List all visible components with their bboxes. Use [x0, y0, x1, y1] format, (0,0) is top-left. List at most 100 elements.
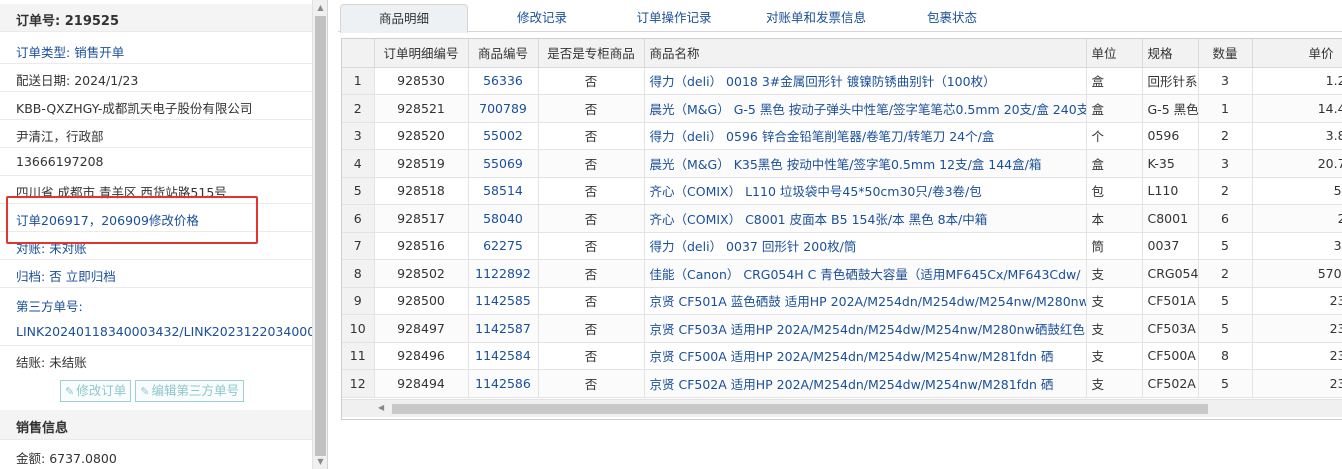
sales-info-title: 销售信息 — [16, 421, 69, 436]
table-row[interactable]: 3 928520 55002 否得力（deli） 0596 锌合金铅笔削笔器/卷笔刀/… — [342, 122, 1342, 150]
scroll-up-icon[interactable]: ▲ — [313, 1, 327, 15]
archive-row: 归档: 否 立即归档 — [0, 260, 312, 288]
table-row[interactable]: 2 928521 700789 否晨光（M&G） G-5 黑色 按动子弹头中性笔/签字… — [342, 94, 1342, 123]
col-header-unit[interactable]: 单位 — [1086, 39, 1143, 68]
col-header-unit-price[interactable]: 单价 — [1252, 39, 1342, 68]
product-code-link[interactable]: 58514 — [468, 177, 539, 205]
row-index: 3 — [342, 122, 375, 150]
unit: 筒 — [1086, 232, 1143, 260]
product-name-link[interactable]: 齐心（COMIX） C8001 皮面本 B5 154张/本 黑色 8本/中箱 — [644, 204, 1087, 233]
table-row[interactable]: 5 928518 58514 否齐心（COMIX） L110 垃圾袋中号45*50cm… — [342, 177, 1342, 205]
col-header-spec[interactable]: 规格 — [1142, 39, 1199, 68]
product-name-link[interactable]: 得力（deli） 0018 3#金属回形针 镀镍防锈曲别针（100枚） — [644, 67, 1087, 95]
table-row[interactable]: 10 928497 1142587 否京贤 CF503A 适用HP 202A/M254… — [342, 314, 1342, 343]
product-code-link[interactable]: 1142584 — [468, 342, 539, 370]
quantity: 1 — [1198, 94, 1253, 123]
unit: 支 — [1086, 259, 1143, 288]
edit-order-button[interactable]: ✎ 修改订单 — [60, 380, 132, 402]
product-code-link[interactable]: 55069 — [468, 149, 539, 178]
horizontal-scrollbar[interactable]: ◀ — [342, 399, 1342, 417]
product-name-link[interactable]: 佳能（Canon） CRG054H C 青色硒鼓大容量（适用MF645Cx/MF… — [644, 259, 1087, 288]
spec: CF503A — [1142, 314, 1199, 343]
tab-product-details[interactable]: 商品明细 — [340, 4, 468, 33]
unit: 盒 — [1086, 149, 1143, 178]
settlement-label: 结账: — [16, 355, 46, 370]
table-row[interactable]: 4 928519 55069 否晨光（M&G） K35黑色 按动中性笔/签字笔0.5m… — [342, 149, 1342, 178]
order-number-row: 订单号: 219525 — [0, 4, 312, 32]
detail-id: 928521 — [374, 94, 469, 123]
col-header-product-code[interactable]: 商品编号 — [468, 39, 539, 68]
table-row[interactable]: 9 928500 1142585 否京贤 CF501A 蓝色硒鼓 适用HP 202A/… — [342, 287, 1342, 315]
archive-now-link[interactable]: 立即归档 — [66, 269, 116, 284]
contact-name: 尹清江，行政部 — [16, 129, 104, 144]
detail-id: 928518 — [374, 177, 469, 205]
product-code-link[interactable]: 700789 — [468, 94, 539, 123]
unit-price: 3.2 — [1252, 232, 1342, 260]
scroll-down-icon[interactable]: ▼ — [313, 455, 327, 469]
scrollbar-thumb[interactable] — [315, 16, 326, 456]
product-code-link[interactable]: 62275 — [468, 232, 539, 260]
amount-label: 金额: — [16, 451, 46, 466]
product-code-link[interactable]: 1122892 — [468, 259, 539, 288]
third-party-value-row: LINK20240118340003432/LINK20231220340000… — [0, 318, 312, 346]
row-index: 8 — [342, 259, 375, 288]
table-row[interactable]: 6 928517 58040 否齐心（COMIX） C8001 皮面本 B5 154张… — [342, 204, 1342, 233]
unit-price: 231 — [1252, 287, 1342, 315]
amount-row: 金额: 6737.0800 — [0, 442, 312, 469]
product-name-link[interactable]: 京贤 CF502A 适用HP 202A/M254dn/M254dw/M254nw… — [644, 369, 1087, 398]
tab-modify-log[interactable]: 修改记录 — [478, 4, 606, 33]
third-party-value[interactable]: LINK20240118340003432/LINK20231220340000… — [16, 324, 312, 339]
row-index: 5 — [342, 177, 375, 205]
detail-id: 928530 — [374, 67, 469, 95]
product-code-link[interactable]: 1142586 — [468, 369, 539, 398]
col-header-counter-product[interactable]: 是否是专柜商品 — [538, 39, 645, 68]
horizontal-scrollbar-thumb[interactable] — [392, 404, 1208, 414]
product-name-link[interactable]: 晨光（M&G） G-5 黑色 按动子弹头中性笔/签字笔笔芯0.5mm 20支/盒… — [644, 94, 1087, 123]
product-name-link[interactable]: 京贤 CF503A 适用HP 202A/M254dn/M254dw/M254nw… — [644, 314, 1087, 343]
col-header-quantity[interactable]: 数量 — [1198, 39, 1253, 68]
unit: 支 — [1086, 369, 1143, 398]
third-party-label-row: 第三方单号: — [0, 290, 312, 318]
spec: K-35 — [1142, 149, 1199, 178]
counter-flag: 否 — [538, 314, 645, 343]
counter-flag: 否 — [538, 342, 645, 370]
unit: 支 — [1086, 287, 1143, 315]
product-name-link[interactable]: 得力（deli） 0596 锌合金铅笔削笔器/卷笔刀/转笔刀 24个/盒 — [644, 122, 1087, 150]
row-index: 11 — [342, 342, 375, 370]
product-code-link[interactable]: 58040 — [468, 204, 539, 233]
tab-package-status[interactable]: 包裹状态 — [898, 4, 1006, 33]
scroll-left-icon[interactable]: ◀ — [378, 403, 384, 412]
table-row[interactable]: 7 928516 62275 否得力（deli） 0037 回形针 200枚/筒筒 00… — [342, 232, 1342, 260]
row-index: 1 — [342, 67, 375, 95]
table-row[interactable]: 11 928496 1142584 否京贤 CF500A 适用HP 202A/M254… — [342, 342, 1342, 370]
counter-flag: 否 — [538, 122, 645, 150]
table-row[interactable]: 1 928530 56336 否得力（deli） 0018 3#金属回形针 镀镍防锈曲… — [342, 67, 1342, 95]
tab-order-operation-log[interactable]: 订单操作记录 — [610, 4, 738, 33]
detail-id: 928502 — [374, 259, 469, 288]
tab-reconciliation-invoice[interactable]: 对账单和发票信息 — [742, 4, 890, 33]
table-row[interactable]: 8 928502 1122892 否佳能（Canon） CRG054H C 青色硒鼓大… — [342, 259, 1342, 288]
order-number-value: 219525 — [64, 14, 120, 29]
product-code-link[interactable]: 1142587 — [468, 314, 539, 343]
col-header-product-name[interactable]: 商品名称 — [644, 39, 1087, 68]
detail-id: 928494 — [374, 369, 469, 398]
product-code-link[interactable]: 1142585 — [468, 287, 539, 315]
product-name-link[interactable]: 京贤 CF500A 适用HP 202A/M254dn/M254dw/M254nw… — [644, 342, 1087, 370]
product-name-link[interactable]: 齐心（COMIX） L110 垃圾袋中号45*50cm30只/卷3卷/包 — [644, 177, 1087, 205]
highlight-box — [6, 196, 258, 244]
left-panel-scrollbar[interactable]: ▲ ▼ — [312, 0, 327, 469]
quantity: 5 — [1198, 314, 1253, 343]
product-code-link[interactable]: 55002 — [468, 122, 539, 150]
product-name-link[interactable]: 京贤 CF501A 蓝色硒鼓 适用HP 202A/M254dn/M254dw/M… — [644, 287, 1087, 315]
product-code-link[interactable]: 56336 — [468, 67, 539, 95]
quantity: 3 — [1198, 149, 1253, 178]
product-name-link[interactable]: 得力（deli） 0037 回形针 200枚/筒 — [644, 232, 1087, 260]
product-detail-grid: 订单明细编号 商品编号 是否是专柜商品 商品名称 单位 规格 数量 单价 1 92… — [341, 38, 1342, 420]
col-header-detail-id[interactable]: 订单明细编号 — [374, 39, 469, 68]
table-row[interactable]: 12 928494 1142586 否京贤 CF502A 适用HP 202A/M254… — [342, 369, 1342, 398]
edit-third-party-button[interactable]: ✎ 编辑第三方单号 — [135, 380, 244, 402]
product-name-link[interactable]: 晨光（M&G） K35黑色 按动中性笔/签字笔0.5mm 12支/盒 144盒/… — [644, 149, 1087, 178]
spec: C8001 — [1142, 204, 1199, 233]
row-index: 2 — [342, 94, 375, 123]
order-type-value: 销售开单 — [74, 45, 125, 60]
